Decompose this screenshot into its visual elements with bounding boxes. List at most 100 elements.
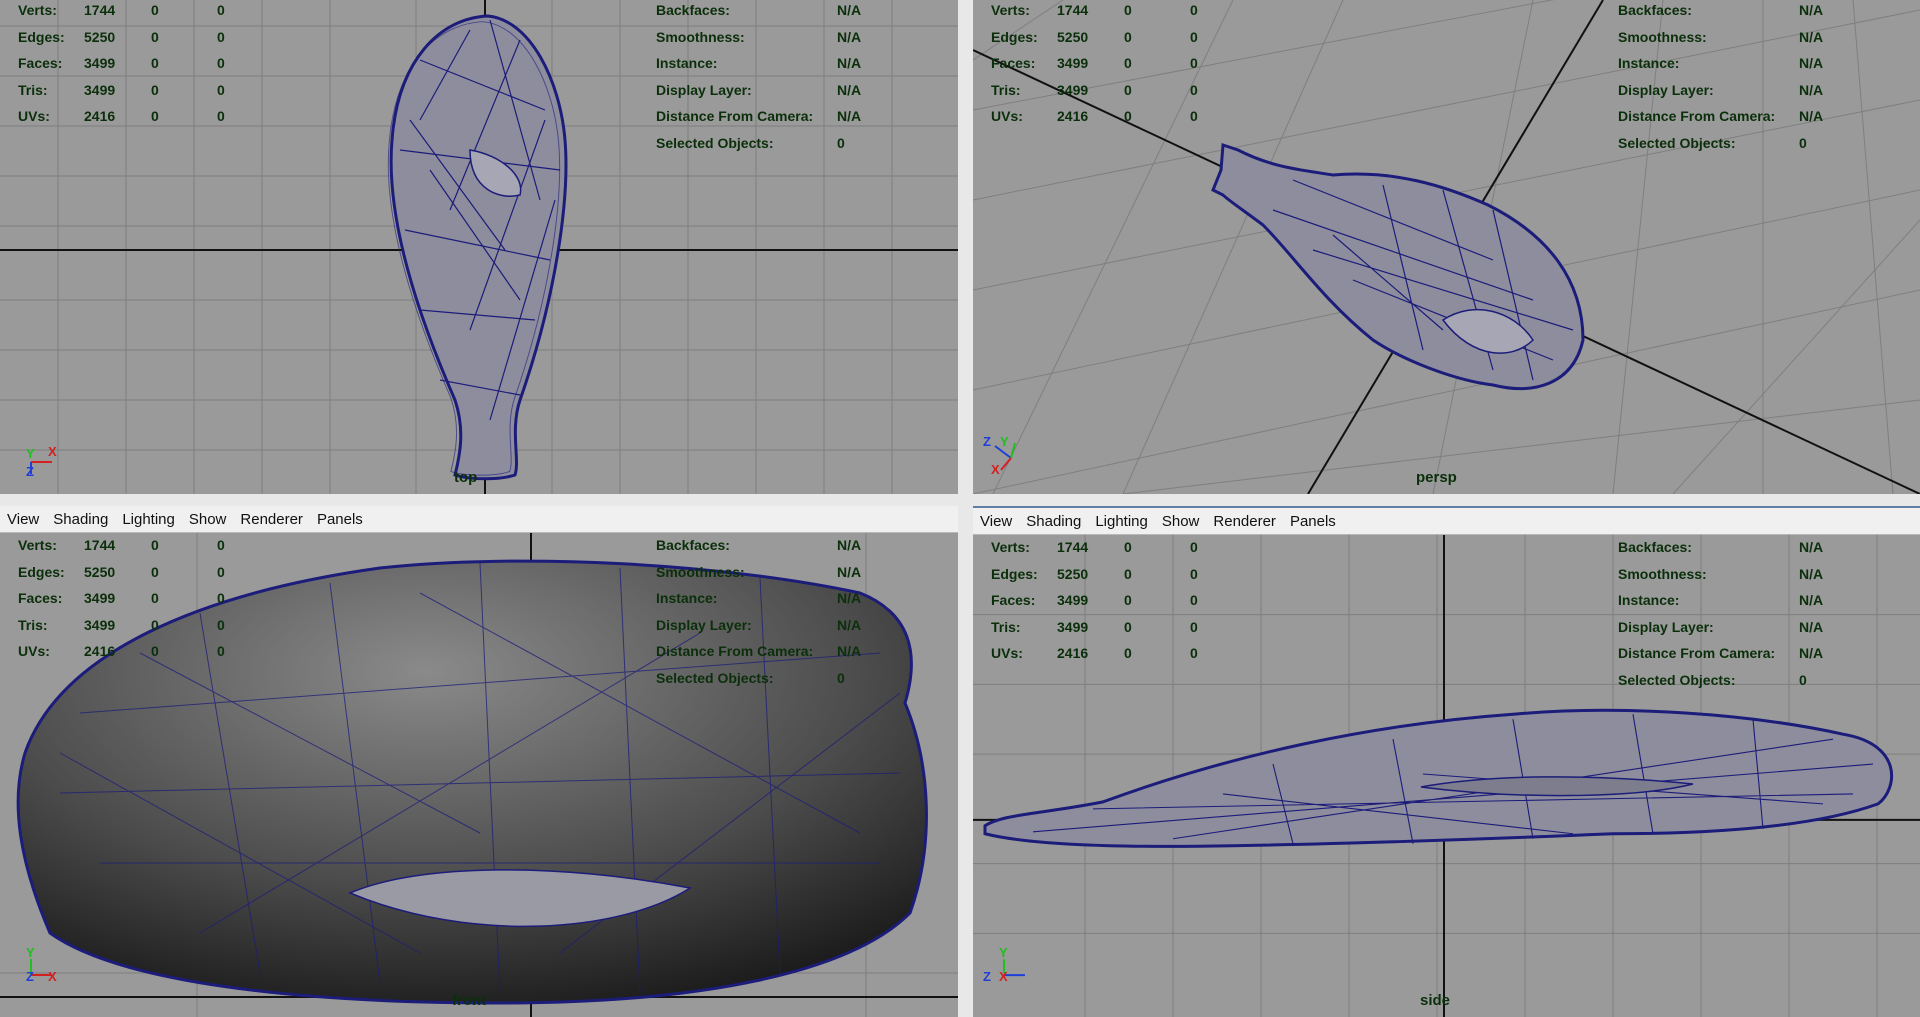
hud-label: UVs: bbox=[18, 643, 50, 659]
hud-label: Smoothness: bbox=[1618, 566, 1707, 582]
menu-panels[interactable]: Panels bbox=[1283, 513, 1343, 530]
hud-label: Display Layer: bbox=[1618, 82, 1714, 98]
front-viewport[interactable]: View Shading Lighting Show Renderer Pane… bbox=[0, 506, 958, 1017]
hud-value: 0 bbox=[1124, 539, 1132, 555]
hud-label: Smoothness: bbox=[1618, 29, 1707, 45]
hud-value: N/A bbox=[1799, 29, 1824, 45]
hud-value: 0 bbox=[1190, 55, 1198, 71]
hud-value: N/A bbox=[1799, 55, 1824, 71]
top-viewport[interactable]: X Y Z top Verts: 1744 0 0 Edges: 5250 0 0 Face… bbox=[0, 0, 958, 494]
hud-value: 0 bbox=[217, 29, 225, 45]
hud-value: 0 bbox=[837, 135, 845, 151]
axis-z-label: Z bbox=[26, 464, 34, 479]
hud-value: 3499 bbox=[1057, 619, 1089, 635]
hud-label: Instance: bbox=[1618, 592, 1680, 608]
mesh-wireframe-side[interactable] bbox=[983, 708, 1894, 848]
hud-label: Tris: bbox=[18, 82, 48, 98]
menu-renderer[interactable]: Renderer bbox=[1206, 513, 1283, 530]
top-view-canvas[interactable]: X Y Z bbox=[0, 0, 958, 494]
hud-value: 0 bbox=[1190, 566, 1198, 582]
hud-value: 0 bbox=[217, 2, 225, 18]
hud-value: 0 bbox=[217, 590, 225, 606]
hud-label: Selected Objects: bbox=[656, 135, 774, 151]
menu-view[interactable]: View bbox=[0, 511, 46, 528]
hud-value: 2416 bbox=[1057, 645, 1089, 661]
hud-value: 0 bbox=[1190, 539, 1198, 555]
hud-value: 0 bbox=[1190, 29, 1198, 45]
axis-gizmo-front: Y Z X bbox=[26, 945, 57, 984]
side-view-canvas[interactable]: Y Z X bbox=[973, 535, 1920, 1017]
mesh-wireframe-top[interactable] bbox=[387, 14, 568, 481]
hud-value: 0 bbox=[1124, 566, 1132, 582]
menu-shading[interactable]: Shading bbox=[46, 511, 115, 528]
hud-value: 0 bbox=[1124, 2, 1132, 18]
hud-value: 1744 bbox=[84, 537, 116, 553]
hud-label: UVs: bbox=[991, 645, 1023, 661]
hud-label: Instance: bbox=[1618, 55, 1680, 71]
hud-label: Edges: bbox=[18, 564, 65, 580]
hud-label: Verts: bbox=[18, 2, 57, 18]
menu-lighting[interactable]: Lighting bbox=[115, 511, 182, 528]
hud-value: N/A bbox=[1799, 566, 1824, 582]
hud-value: 1744 bbox=[1057, 2, 1089, 18]
hud-value: 0 bbox=[151, 29, 159, 45]
menu-show[interactable]: Show bbox=[1155, 513, 1207, 530]
hud-value: 1744 bbox=[84, 2, 116, 18]
hud-label: UVs: bbox=[991, 108, 1023, 124]
hud-label: Tris: bbox=[991, 82, 1021, 98]
persp-view-canvas[interactable]: Z Y X bbox=[973, 0, 1920, 494]
hud-label: Tris: bbox=[991, 619, 1021, 635]
axis-x-label: X bbox=[999, 969, 1008, 984]
vertical-splitter[interactable] bbox=[958, 0, 973, 1017]
camera-label-front: front bbox=[452, 992, 487, 1009]
hud-value: 5250 bbox=[1057, 29, 1089, 45]
hud-value: N/A bbox=[1799, 619, 1824, 635]
hud-value: 2416 bbox=[84, 643, 116, 659]
hud-label: Distance From Camera: bbox=[656, 108, 814, 124]
hud-label: Faces: bbox=[18, 590, 63, 606]
hud-value: 0 bbox=[151, 2, 159, 18]
hud-label: Verts: bbox=[991, 539, 1030, 555]
side-viewport[interactable]: View Shading Lighting Show Renderer Pane… bbox=[973, 506, 1920, 1017]
axis-x-label: X bbox=[991, 462, 1000, 477]
axis-y-label: Y bbox=[1000, 434, 1009, 449]
hud-value: 0 bbox=[1799, 672, 1807, 688]
mesh-wireframe-persp[interactable] bbox=[1211, 142, 1585, 391]
hud-value: N/A bbox=[837, 564, 862, 580]
hud-value: 0 bbox=[1190, 82, 1198, 98]
hud-label: Smoothness: bbox=[656, 29, 745, 45]
hud-label: Edges: bbox=[991, 566, 1038, 582]
axis-gizmo-persp: Z Y X bbox=[983, 434, 1016, 477]
hud-value: 3499 bbox=[84, 590, 116, 606]
hud-value: 0 bbox=[217, 82, 225, 98]
hud-label: Instance: bbox=[656, 590, 718, 606]
persp-viewport[interactable]: Z Y X persp Verts: 1744 0 0 Edges: 5250 0 0 Fa… bbox=[973, 0, 1920, 494]
hud-value: N/A bbox=[837, 108, 862, 124]
axis-gizmo-side: Y Z X bbox=[983, 945, 1025, 984]
hud-value: 5250 bbox=[1057, 566, 1089, 582]
axis-z-label: Z bbox=[983, 434, 991, 449]
menu-panels[interactable]: Panels bbox=[310, 511, 370, 528]
hud-label: Edges: bbox=[991, 29, 1038, 45]
viewport-menubar: View Shading Lighting Show Renderer Pane… bbox=[973, 508, 1920, 535]
menu-renderer[interactable]: Renderer bbox=[233, 511, 310, 528]
camera-label-top: top bbox=[454, 469, 478, 486]
hud-label: UVs: bbox=[18, 108, 50, 124]
hud-value: 0 bbox=[151, 643, 159, 659]
hud-value: N/A bbox=[1799, 108, 1824, 124]
hud-value: 0 bbox=[1190, 592, 1198, 608]
menu-lighting[interactable]: Lighting bbox=[1088, 513, 1155, 530]
menu-shading[interactable]: Shading bbox=[1019, 513, 1088, 530]
hud-label: Selected Objects: bbox=[1618, 135, 1736, 151]
front-view-canvas[interactable]: Y Z X bbox=[0, 533, 958, 1017]
hud-value: 0 bbox=[151, 108, 159, 124]
menu-view[interactable]: View bbox=[973, 513, 1019, 530]
horizontal-splitter[interactable] bbox=[0, 494, 1920, 506]
hud-value: 1744 bbox=[1057, 539, 1089, 555]
menu-show[interactable]: Show bbox=[182, 511, 234, 528]
hud-label: Display Layer: bbox=[656, 617, 752, 633]
hud-value: 0 bbox=[1190, 645, 1198, 661]
hud-value: 0 bbox=[1190, 619, 1198, 635]
hud-value: N/A bbox=[837, 590, 862, 606]
hud-value: 0 bbox=[1799, 135, 1807, 151]
